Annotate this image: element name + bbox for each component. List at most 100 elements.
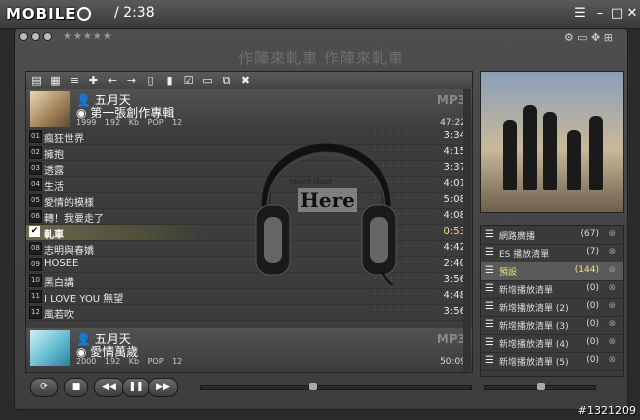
- track-list-scrollbar[interactable]: [463, 89, 471, 372]
- right-arrow-icon[interactable]: →: [125, 74, 138, 87]
- track-number: 01: [29, 130, 42, 143]
- album-cover-2: [30, 330, 70, 366]
- remove-playlist-icon[interactable]: ⊗: [608, 319, 616, 329]
- playlist-item[interactable]: ☰ 新增播放清單 (2) (0) ⊗: [481, 298, 623, 317]
- overlay-caption: insert Head: [290, 178, 332, 186]
- volume-knob[interactable]: [537, 383, 545, 390]
- doc-icon[interactable]: ▮: [163, 74, 176, 87]
- remove-playlist-icon[interactable]: ⊗: [608, 229, 616, 239]
- remove-playlist-icon[interactable]: ⊗: [608, 337, 616, 347]
- track-number: 03: [29, 162, 42, 175]
- playlist-count: (7): [586, 247, 599, 257]
- stop-button[interactable]: ■: [64, 378, 88, 397]
- page-icon[interactable]: ▭: [201, 74, 214, 87]
- close-button[interactable]: ✕: [622, 5, 640, 23]
- check-icon[interactable]: ☑: [182, 74, 195, 87]
- track-number: 05: [29, 194, 42, 207]
- playlist-label: 新增播放清單 (2): [499, 304, 569, 314]
- add-icon[interactable]: ✚: [87, 74, 100, 87]
- track-number: 11: [29, 290, 42, 303]
- track-title: 愛情的模樣: [44, 198, 94, 209]
- album-meta: 1999 192 Kb POP 12: [76, 118, 183, 127]
- repeat-button[interactable]: ⟳: [30, 378, 58, 397]
- track-title: 擁抱: [44, 150, 64, 161]
- delete-icon[interactable]: ✖: [239, 74, 252, 87]
- copy-icon[interactable]: ⧉: [220, 74, 233, 87]
- track-title: 轉！我要走了: [44, 214, 104, 225]
- playlist-item[interactable]: ☰ 新增播放清單 (0) ⊗: [481, 280, 623, 299]
- list-icon[interactable]: ≡: [68, 74, 81, 87]
- playlist-toolbar: ▤ ▦ ≡ ✚ ← → ▯ ▮ ☑ ▭ ⧉ ✖: [26, 72, 472, 90]
- previous-button[interactable]: ◀◀: [94, 378, 124, 397]
- track-title: 透露: [44, 166, 64, 177]
- elapsed-time: / 2:38: [114, 5, 155, 21]
- playlist-count: (144): [574, 265, 599, 275]
- track-row[interactable]: 12 風若吹 · · · · · · · · 3:56: [26, 305, 472, 321]
- track-number: 06: [29, 210, 42, 223]
- track-row[interactable]: 11 I LOVE YOU 無望 · · · · · · · · 4:48: [26, 289, 472, 305]
- remove-playlist-icon[interactable]: ⊗: [608, 265, 616, 275]
- playlist-count: (0): [586, 319, 599, 329]
- remove-playlist-icon[interactable]: ⊗: [608, 283, 616, 293]
- playlist-label: ES 播放清單: [499, 250, 550, 260]
- playlist-label: 新增播放清單: [499, 286, 554, 296]
- playlist-label: 預設: [499, 268, 518, 278]
- playlist-item[interactable]: ☰ 預設 (144) ⊗: [481, 262, 623, 281]
- album-meta: 2000 192 Kb POP 12: [76, 357, 183, 366]
- seek-knob[interactable]: [309, 383, 317, 390]
- track-title: 風若吹: [44, 310, 74, 321]
- playlist-item[interactable]: ☰ 網路廣播 (67) ⊗: [481, 226, 623, 245]
- playlist-item[interactable]: ☰ 新增播放清單 (4) (0) ⊗: [481, 334, 623, 353]
- left-arrow-icon[interactable]: ←: [106, 74, 119, 87]
- album-cover-1: [30, 91, 70, 127]
- playlist-label: 新增播放清單 (5): [499, 358, 569, 368]
- playlist-icon: ☰: [485, 283, 494, 294]
- track-number: 10: [29, 274, 42, 287]
- playlist-panel: ☰ 網路廣播 (67) ⊗ ☰ ES 播放清單 (7) ⊗ ☰ 預設 (144) ⊗ ☰ 新增播放清單 (0…: [480, 225, 624, 377]
- track-number: 04: [29, 178, 42, 191]
- mobile01-logo: MOBILE: [6, 5, 91, 23]
- track-title: 軋車: [44, 230, 64, 241]
- volume-bar[interactable]: [484, 383, 596, 390]
- rating-stars[interactable]: ★★★★★: [63, 31, 113, 42]
- playlist-icon: ☰: [485, 319, 494, 330]
- album-art-large: [480, 71, 624, 213]
- playlist-item[interactable]: ☰ ES 播放清單 (7) ⊗: [481, 244, 623, 263]
- playlist-icon: ☰: [485, 337, 494, 348]
- playlist-icon: ☰: [485, 301, 494, 312]
- track-title: 黑白講: [44, 278, 74, 289]
- row-dots: · · · · · · · ·: [374, 290, 432, 300]
- pause-button[interactable]: ❚❚: [122, 378, 150, 397]
- playlist-icon: ☰: [485, 265, 494, 276]
- open-icon[interactable]: ▤: [30, 74, 43, 87]
- file-icon[interactable]: ▯: [144, 74, 157, 87]
- skin-icons[interactable]: ⚙ ▭ ✥ ⊞: [564, 31, 613, 44]
- track-title: HOSEE: [44, 258, 79, 269]
- track-title: I LOVE YOU 無望: [44, 294, 124, 305]
- remove-playlist-icon[interactable]: ⊗: [608, 301, 616, 311]
- now-playing-banner: 作陣來軋車 作陣來軋車: [238, 49, 404, 67]
- next-button[interactable]: ▶▶: [148, 378, 178, 397]
- track-number: 09: [29, 258, 42, 271]
- watermark: #1321209: [577, 404, 636, 417]
- playlist-label: 新增播放清單 (4): [499, 340, 569, 350]
- playlist-count: (0): [586, 301, 599, 311]
- playlist-item[interactable]: ☰ 新增播放清單 (5) (0) ⊗: [481, 352, 623, 371]
- playlist-label: 網路廣播: [499, 232, 536, 242]
- playlist-count: (67): [580, 229, 599, 239]
- playlist-count: (0): [586, 355, 599, 365]
- playlist-count: (0): [586, 337, 599, 347]
- remove-playlist-icon[interactable]: ⊗: [608, 247, 616, 257]
- transport-bar: ⟳ ■ ◀◀ ❚❚ ▶▶: [14, 378, 626, 398]
- menu-button[interactable]: ☰: [570, 5, 590, 23]
- playlist-icon: ☰: [485, 355, 494, 366]
- playlist-item[interactable]: ☰ 新增播放清單 (3) (0) ⊗: [481, 316, 623, 335]
- playlist-icon: ☰: [485, 247, 494, 258]
- save-icon[interactable]: ▦: [49, 74, 62, 87]
- playlist-count: (0): [586, 283, 599, 293]
- format-badge: MP3: [436, 93, 466, 107]
- album-header-2[interactable]: 👤 五月天 ◉ 愛情萬歲 2000 192 Kb POP 12 MP3 50:0…: [26, 328, 472, 368]
- seek-bar[interactable]: [200, 383, 472, 390]
- track-number: 08: [29, 242, 42, 255]
- remove-playlist-icon[interactable]: ⊗: [608, 355, 616, 365]
